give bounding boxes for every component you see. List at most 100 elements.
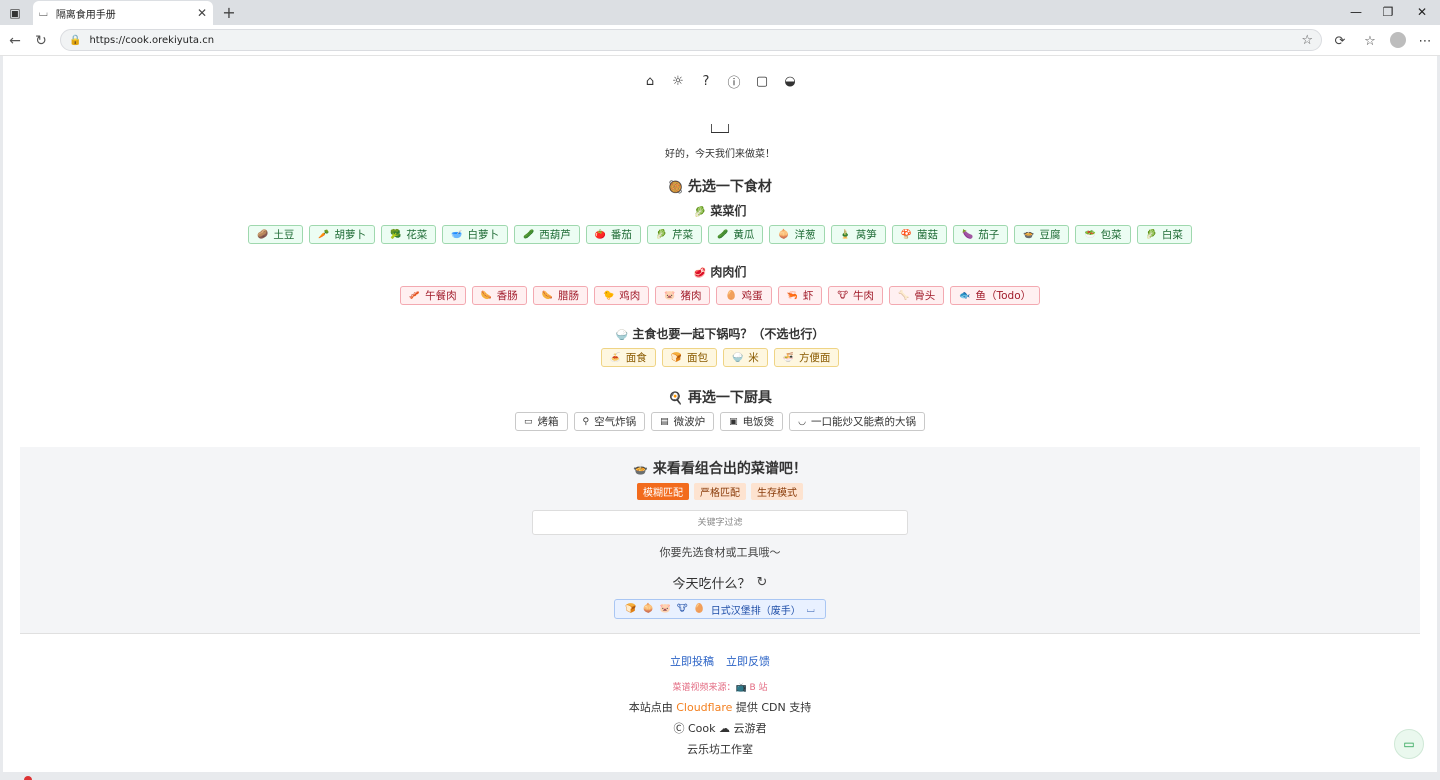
chip-label: 鸡蛋 — [741, 290, 763, 302]
feedback-link[interactable]: 立即反馈 — [726, 653, 770, 669]
profile-avatar[interactable] — [1390, 32, 1406, 48]
reload-icon[interactable]: ↻ — [30, 30, 52, 52]
chip-label: 白萝卜 — [467, 229, 499, 241]
chip-label: 花菜 — [406, 229, 428, 241]
help-icon[interactable]: ? — [698, 73, 714, 89]
pot-icon: ◡ — [798, 416, 806, 427]
chip-label: 午餐肉 — [425, 290, 457, 302]
veg-chip[interactable]: 🥒 黄瓜 — [708, 225, 764, 244]
new-tab-icon[interactable]: + — [219, 2, 239, 22]
top-nav: ⌂ ☼ ? ⓘ ▢ ◒ — [3, 73, 1437, 91]
staple-chip[interactable]: 🍝 面食 — [600, 348, 656, 367]
ingredient-emoji-icon: 🐤 — [603, 290, 615, 301]
favorites-icon[interactable]: ☆ — [1359, 30, 1381, 52]
meat-chip[interactable]: 🐮 牛肉 — [828, 286, 884, 305]
ingredient-emoji-icon: 🍲 — [1023, 229, 1035, 240]
tool-chip[interactable]: ⚲ 空气炸锅 — [573, 412, 646, 431]
veg-chip[interactable]: 🥬 白菜 — [1136, 225, 1192, 244]
refresh-icon[interactable]: ↻ — [757, 575, 768, 590]
veg-chip[interactable]: 🥒 西葫芦 — [513, 225, 580, 244]
lock-icon: 🔒 — [69, 34, 82, 46]
match-mode-button[interactable]: 生存模式 — [751, 483, 803, 500]
staple-chip[interactable]: 🍞 面包 — [661, 348, 717, 367]
veg-chip[interactable]: 🥗 包菜 — [1075, 225, 1131, 244]
active-tab[interactable]: ⌴ 隔离食用手册 ✕ — [33, 1, 213, 25]
meat-chip[interactable]: 🌭 腊肠 — [532, 286, 589, 305]
video-source-note: 菜谱视频来源：📺 B 站 — [672, 683, 768, 693]
chip-label: 黄瓜 — [733, 229, 755, 241]
ingredient-emoji-icon: 🐟 — [959, 290, 971, 301]
veg-chip[interactable]: 🍄 菌菇 — [891, 225, 948, 244]
pot-logo-icon: ⌴ — [709, 110, 731, 140]
meat-chip[interactable]: 🐤 鸡肉 — [594, 286, 650, 305]
meat-chip[interactable]: 🐷 猪肉 — [655, 286, 711, 305]
extensions-icon[interactable]: ⟳ — [1329, 30, 1351, 52]
tab-actions-menu-icon[interactable]: ▣ — [6, 4, 24, 22]
chip-label: 鱼（Todo） — [975, 290, 1032, 302]
chip-label: 腊肠 — [558, 290, 580, 302]
chip-label: 骨头 — [914, 290, 936, 302]
veg-chip[interactable]: 🥣 白萝卜 — [442, 225, 508, 244]
staple-chip[interactable]: 🍜 方便面 — [773, 348, 840, 367]
bottom-strip — [0, 772, 1440, 780]
tool-chip[interactable]: ▤ 微波炉 — [651, 412, 715, 431]
chip-label: 牛肉 — [853, 290, 875, 302]
info-icon[interactable]: ⓘ — [726, 73, 742, 91]
recipe-ingredient-icon: 🐷 — [659, 604, 671, 614]
chip-label: 洋葱 — [794, 229, 816, 241]
meat-chip[interactable]: 🌭 香肠 — [471, 286, 527, 305]
match-mode-button[interactable]: 严格匹配 — [694, 483, 746, 500]
chip-label: 香肠 — [496, 290, 518, 302]
veg-chip[interactable]: 🥔 土豆 — [248, 225, 304, 244]
favicon-pot-icon: ⌴ — [39, 6, 48, 19]
veg-row: 🥔 土豆 🥕 胡萝卜 🥦 花菜 🥣 白萝卜 🥒 西葫芦 🍅 番茄 🥬 芹菜 🥒 黄瓜 🧅 洋葱 🎍 莴笋 🍄 菌菇 🍆 茄子 🍲… — [3, 225, 1437, 244]
submit-link[interactable]: 立即投稿 — [670, 653, 714, 669]
back-icon[interactable]: ← — [4, 30, 26, 52]
chip-label: 空气炸锅 — [594, 416, 637, 428]
tool-chip[interactable]: ▭ 烤箱 — [515, 412, 568, 431]
cloudflare-link[interactable]: Cloudflare — [676, 701, 732, 714]
favorite-star-icon[interactable]: ☆ — [1301, 33, 1313, 48]
theme-sun-icon[interactable]: ☼ — [670, 73, 686, 89]
ingredient-emoji-icon: 🥬 — [655, 229, 668, 240]
tools-row: ▭ 烤箱 ⚲ 空气炸锅 ▤ 微波炉 ▣ 电饭煲 ◡ 一口能炒又能煮的大锅 — [3, 412, 1437, 431]
minimize-icon[interactable]: — — [1339, 2, 1373, 22]
more-options-icon[interactable]: ⋯ — [1414, 30, 1436, 52]
tool-chip[interactable]: ▣ 电饭煲 — [720, 412, 784, 431]
meat-chip[interactable]: 🦴 骨头 — [889, 286, 945, 305]
keyword-filter-input[interactable] — [532, 510, 908, 535]
recipe-ingredient-icon: 🐮 — [676, 604, 688, 614]
window-close-icon[interactable]: ✕ — [1405, 2, 1439, 22]
staple-chip[interactable]: 🍚 米 — [723, 348, 768, 367]
chat-fab-icon[interactable]: ▭ — [1394, 729, 1424, 759]
veg-chip[interactable]: 🍲 豆腐 — [1014, 225, 1070, 244]
restore-icon[interactable]: ❐ — [1371, 2, 1405, 22]
veg-chip[interactable]: 🍆 茄子 — [953, 225, 1009, 244]
veg-chip[interactable]: 🎍 莴笋 — [830, 225, 886, 244]
home-icon[interactable]: ⌂ — [642, 73, 658, 89]
github-icon[interactable]: ◒ — [782, 73, 798, 89]
veg-chip[interactable]: 🥦 花菜 — [381, 225, 437, 244]
tool-chip[interactable]: ◡ 一口能炒又能煮的大锅 — [789, 412, 925, 431]
veg-heading: 🥬 菜菜们 — [693, 204, 747, 218]
veg-chip[interactable]: 🥬 芹菜 — [646, 225, 703, 244]
match-mode-button[interactable]: 模糊匹配 — [637, 483, 689, 500]
url-text: https://cook.orekiyuta.cn — [89, 34, 215, 46]
ingredient-emoji-icon: 🌭 — [480, 290, 492, 301]
bilibili-icon[interactable]: ▢ — [754, 73, 770, 89]
meat-chip[interactable]: 🥓 午餐肉 — [399, 286, 466, 305]
address-bar[interactable]: 🔒 https://cook.orekiyuta.cn ☆ — [60, 29, 1322, 51]
meat-chip[interactable]: 🦐 虾 — [777, 286, 823, 305]
ingredient-emoji-icon: 🐮 — [837, 290, 849, 301]
meat-chip[interactable]: 🐟 鱼（Todo） — [950, 286, 1041, 305]
meat-chip[interactable]: 🥚 鸡蛋 — [716, 286, 772, 305]
cdn-note: 本站点由 Cloudflare 提供 CDN 支持 — [628, 701, 812, 714]
close-tab-icon[interactable]: ✕ — [197, 6, 207, 20]
veg-chip[interactable]: 🧅 洋葱 — [769, 225, 825, 244]
random-dish-line: 今天吃什么？ ↻ — [3, 573, 1437, 592]
footer-links: 立即投稿 立即反馈 — [3, 653, 1437, 669]
recipe-card[interactable]: 🍞 🧅 🐷 🐮 🥚 日式汉堡排（废手） ⌴ — [614, 599, 826, 619]
veg-chip[interactable]: 🍅 番茄 — [585, 225, 641, 244]
veg-chip[interactable]: 🥕 胡萝卜 — [309, 225, 376, 244]
ingredient-emoji-icon: 🥒 — [522, 229, 535, 240]
